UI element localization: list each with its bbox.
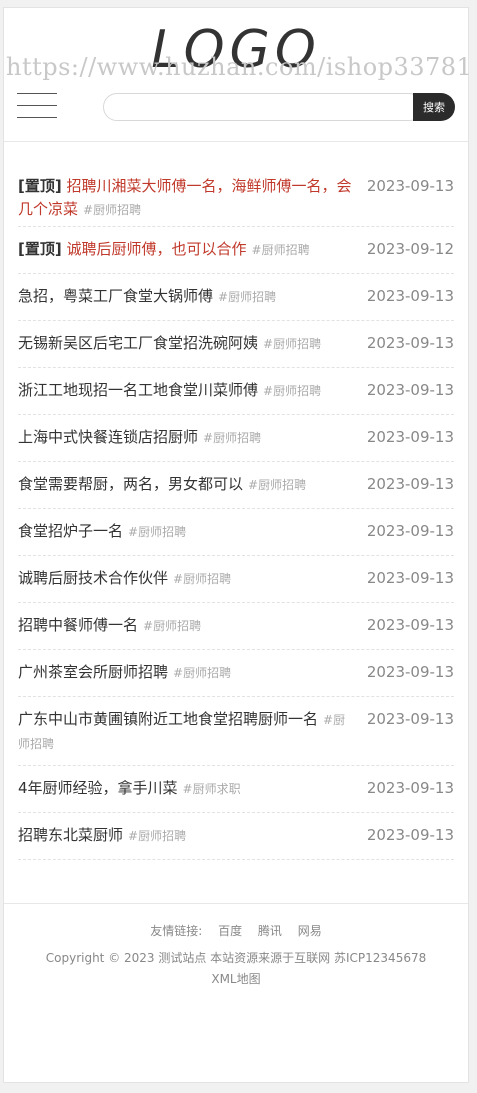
item-title-wrap: 急招，粤菜工厂食堂大锅师傅 #厨师招聘 bbox=[18, 285, 367, 309]
menu-icon-bar bbox=[17, 105, 57, 106]
friend-link-tencent[interactable]: 腾讯 bbox=[258, 924, 282, 938]
item-title-wrap: 招聘中餐师傅一名 #厨师招聘 bbox=[18, 614, 367, 638]
list-item[interactable]: 广东中山市黄圃镇附近工地食堂招聘厨师一名 #厨师招聘 2023-09-13 bbox=[18, 697, 454, 766]
item-title-link[interactable]: 诚聘后厨技术合作伙伴 bbox=[18, 569, 168, 587]
pinned-label: [置顶] bbox=[18, 177, 62, 195]
item-date: 2023-09-13 bbox=[366, 616, 454, 634]
item-tag[interactable]: #厨师招聘 bbox=[263, 384, 321, 398]
item-title-link[interactable]: 招聘中餐师傅一名 bbox=[18, 616, 138, 634]
item-date: 2023-09-13 bbox=[366, 779, 454, 797]
menu-icon-bar bbox=[17, 117, 57, 118]
item-date: 2023-09-13 bbox=[366, 710, 454, 728]
sitemap-link[interactable]: XML地图 bbox=[4, 969, 468, 990]
list-item[interactable]: 广州茶室会所厨师招聘 #厨师招聘 2023-09-13 bbox=[18, 650, 454, 697]
list-item[interactable]: 招聘中餐师傅一名 #厨师招聘 2023-09-13 bbox=[18, 603, 454, 650]
list-item[interactable]: [置顶] 招聘川湘菜大师傅一名，海鲜师傅一名，会几个凉菜 #厨师招聘 2023-09… bbox=[18, 164, 454, 227]
list-item[interactable]: 食堂招炉子一名 #厨师招聘 2023-09-13 bbox=[18, 509, 454, 556]
list-item[interactable]: 上海中式快餐连锁店招厨师 #厨师招聘 2023-09-13 bbox=[18, 415, 454, 462]
item-date: 2023-09-13 bbox=[366, 287, 454, 305]
item-date: 2023-09-13 bbox=[366, 663, 454, 681]
site-header: LOGO https://www.huzhan.com/ishop33781 搜… bbox=[4, 8, 472, 142]
item-title-wrap: 4年厨师经验，拿手川菜 #厨师求职 bbox=[18, 777, 367, 801]
item-date: 2023-09-13 bbox=[366, 522, 454, 540]
item-title-wrap: 广州茶室会所厨师招聘 #厨师招聘 bbox=[18, 661, 367, 685]
pinned-label: [置顶] bbox=[18, 240, 62, 258]
item-title-wrap: [置顶] 招聘川湘菜大师傅一名，海鲜师傅一名，会几个凉菜 #厨师招聘 bbox=[18, 175, 367, 222]
item-title-wrap: 诚聘后厨技术合作伙伴 #厨师招聘 bbox=[18, 567, 367, 591]
item-tag[interactable]: #厨师招聘 bbox=[128, 829, 186, 843]
watermark: https://www.huzhan.com/ishop33781 bbox=[6, 53, 473, 81]
list-item[interactable]: 无锡新吴区后宅工厂食堂招洗碗阿姨 #厨师招聘 2023-09-13 bbox=[18, 321, 454, 368]
copyright: Copyright © 2023 测试站点 本站资源来源于互联网 苏ICP123… bbox=[45, 951, 427, 965]
item-title-wrap: 食堂招炉子一名 #厨师招聘 bbox=[18, 520, 367, 544]
list-item[interactable]: 4年厨师经验，拿手川菜 #厨师求职 2023-09-13 bbox=[18, 766, 454, 813]
menu-icon-bar bbox=[17, 93, 57, 94]
item-title-link[interactable]: 广东中山市黄圃镇附近工地食堂招聘厨师一名 bbox=[18, 710, 318, 728]
item-tag[interactable]: #厨师招聘 bbox=[173, 666, 231, 680]
friend-link-netease[interactable]: 网易 bbox=[298, 924, 322, 938]
item-title-link[interactable]: 招聘川湘菜大师傅一名，海鲜师傅一名，会几个凉菜 bbox=[18, 177, 352, 218]
item-title-wrap: 无锡新吴区后宅工厂食堂招洗碗阿姨 #厨师招聘 bbox=[18, 332, 367, 356]
item-title-wrap: 广东中山市黄圃镇附近工地食堂招聘厨师一名 #厨师招聘 bbox=[18, 708, 367, 756]
search-input[interactable] bbox=[103, 93, 423, 121]
item-tag[interactable]: #厨师招聘 bbox=[252, 243, 310, 257]
item-title-wrap: 浙江工地现招一名工地食堂川菜师傅 #厨师招聘 bbox=[18, 379, 367, 403]
page-frame: LOGO https://www.huzhan.com/ishop33781 搜… bbox=[3, 7, 472, 1083]
item-date: 2023-09-13 bbox=[366, 569, 454, 587]
item-title-link[interactable]: 4年厨师经验，拿手川菜 bbox=[18, 779, 178, 797]
item-title-link[interactable]: 无锡新吴区后宅工厂食堂招洗碗阿姨 bbox=[18, 334, 258, 352]
list-item[interactable]: 招聘东北菜厨师 #厨师招聘 2023-09-13 bbox=[18, 813, 454, 860]
list-item[interactable]: 急招，粤菜工厂食堂大锅师傅 #厨师招聘 2023-09-13 bbox=[18, 274, 454, 321]
item-tag[interactable]: #厨师求职 bbox=[183, 782, 241, 796]
item-tag[interactable]: #厨师招聘 bbox=[83, 203, 141, 217]
item-date: 2023-09-13 bbox=[366, 381, 454, 399]
list-item[interactable]: [置顶] 诚聘后厨师傅，也可以合作 #厨师招聘 2023-09-12 bbox=[18, 227, 454, 274]
item-date: 2023-09-12 bbox=[366, 240, 454, 258]
item-tag[interactable]: #厨师招聘 bbox=[203, 431, 261, 445]
item-date: 2023-09-13 bbox=[366, 428, 454, 446]
friend-link-baidu[interactable]: 百度 bbox=[218, 924, 242, 938]
list-item[interactable]: 浙江工地现招一名工地食堂川菜师傅 #厨师招聘 2023-09-13 bbox=[18, 368, 454, 415]
item-tag[interactable]: #厨师招聘 bbox=[248, 478, 306, 492]
item-title-link[interactable]: 急招，粤菜工厂食堂大锅师傅 bbox=[18, 287, 213, 305]
item-tag[interactable]: #厨师招聘 bbox=[263, 337, 321, 351]
item-tag[interactable]: #厨师招聘 bbox=[143, 619, 201, 633]
item-title-link[interactable]: 上海中式快餐连锁店招厨师 bbox=[18, 428, 198, 446]
item-tag[interactable]: #厨师招聘 bbox=[173, 572, 231, 586]
item-title-wrap: [置顶] 诚聘后厨师傅，也可以合作 #厨师招聘 bbox=[18, 238, 367, 262]
list-item[interactable]: 食堂需要帮厨，两名，男女都可以 #厨师招聘 2023-09-13 bbox=[18, 462, 454, 509]
item-title-link[interactable]: 食堂需要帮厨，两名，男女都可以 bbox=[18, 475, 243, 493]
friend-links: 友情链接: 百度 腾讯 网易 bbox=[4, 921, 468, 942]
friend-links-label: 友情链接: bbox=[150, 924, 203, 938]
item-title-link[interactable]: 招聘东北菜厨师 bbox=[18, 826, 123, 844]
item-title-link[interactable]: 浙江工地现招一名工地食堂川菜师傅 bbox=[18, 381, 258, 399]
search-button[interactable]: 搜索 bbox=[413, 93, 455, 121]
item-date: 2023-09-13 bbox=[366, 826, 454, 844]
item-title-wrap: 上海中式快餐连锁店招厨师 #厨师招聘 bbox=[18, 426, 367, 450]
post-list: [置顶] 招聘川湘菜大师傅一名，海鲜师傅一名，会几个凉菜 #厨师招聘 2023-09… bbox=[4, 164, 468, 860]
item-date: 2023-09-13 bbox=[366, 475, 454, 493]
item-title-wrap: 招聘东北菜厨师 #厨师招聘 bbox=[18, 824, 367, 848]
list-item[interactable]: 诚聘后厨技术合作伙伴 #厨师招聘 2023-09-13 bbox=[18, 556, 454, 603]
item-tag[interactable]: #厨师招聘 bbox=[128, 525, 186, 539]
menu-icon[interactable] bbox=[17, 93, 57, 119]
item-title-link[interactable]: 广州茶室会所厨师招聘 bbox=[18, 663, 168, 681]
item-date: 2023-09-13 bbox=[366, 334, 454, 352]
item-tag[interactable]: #厨师招聘 bbox=[218, 290, 276, 304]
item-title-link[interactable]: 食堂招炉子一名 bbox=[18, 522, 123, 540]
item-title-wrap: 食堂需要帮厨，两名，男女都可以 #厨师招聘 bbox=[18, 473, 367, 497]
site-footer: 友情链接: 百度 腾讯 网易 Copyright © 2023 测试站点 本站资… bbox=[4, 903, 468, 990]
item-title-link[interactable]: 诚聘后厨师傅，也可以合作 bbox=[67, 240, 247, 258]
item-date: 2023-09-13 bbox=[366, 177, 454, 195]
